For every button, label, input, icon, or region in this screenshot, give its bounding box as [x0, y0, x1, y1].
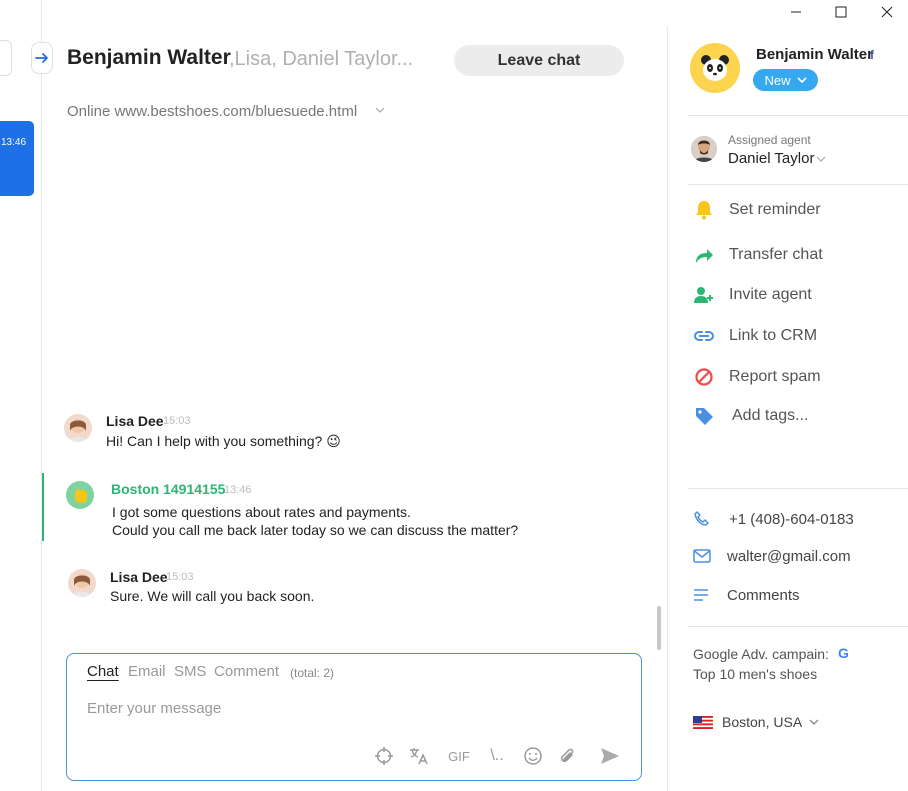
chevron-down-icon [796, 77, 807, 84]
phone-number: +1 (408)-604-0183 [729, 510, 854, 528]
visitor-status[interactable]: Online www.bestshoes.com/bluesuede.html [67, 103, 357, 120]
chat-participants: ,Lisa, Daniel Taylor... [229, 48, 414, 70]
tab-chat[interactable]: Chat [87, 663, 119, 680]
message-text: Could you call me back later today so we… [112, 522, 519, 538]
panel-divider [667, 26, 668, 791]
phone-row[interactable]: +1 (408)-604-0183 [693, 508, 854, 530]
close-icon[interactable] [875, 2, 899, 22]
emoji-icon[interactable] [522, 745, 544, 767]
divider [688, 115, 908, 116]
link-crm-action[interactable]: Link to CRM [693, 324, 817, 348]
status-badge-label: New [764, 72, 791, 88]
action-label: Report spam [729, 368, 821, 385]
block-icon [693, 366, 715, 388]
transfer-chat-action[interactable]: Transfer chat [693, 243, 823, 267]
avatar [68, 569, 96, 597]
add-user-icon [693, 284, 715, 306]
message-text: I got some questions about rates and pay… [112, 504, 411, 520]
tab-email[interactable]: Email [128, 663, 166, 680]
active-chat-card[interactable] [0, 121, 34, 196]
message-author: Boston 14914155 [111, 481, 226, 497]
bell-icon [693, 199, 715, 221]
chevron-down-icon[interactable] [375, 106, 385, 114]
email-address: walter@gmail.com [727, 547, 851, 565]
chevron-down-icon[interactable] [816, 155, 826, 163]
chevron-down-icon [809, 719, 819, 725]
arrow-right-icon [35, 53, 48, 63]
send-icon[interactable] [599, 745, 621, 767]
message-author: Lisa Dee [110, 569, 168, 585]
chat-card-time: 13:46 [1, 137, 27, 148]
google-icon: G [838, 645, 849, 661]
comments-label: Comments [727, 586, 800, 604]
gif-icon[interactable]: GIF [446, 745, 472, 767]
set-reminder-action[interactable]: Set reminder [693, 198, 821, 222]
scrollbar-thumb[interactable] [657, 606, 661, 650]
campaign-label: Google Adv. campain: [693, 646, 829, 662]
action-label: Link to CRM [729, 327, 818, 344]
message-time: 15:03 [166, 571, 194, 583]
message-time: 15:03 [163, 415, 191, 427]
tab-comment[interactable]: Comment [214, 663, 279, 680]
panda-icon [701, 55, 729, 81]
invite-agent-action[interactable]: Invite agent [693, 283, 812, 307]
phone-icon [694, 511, 709, 526]
avatar [64, 414, 92, 442]
action-label: Transfer chat [729, 246, 823, 263]
chat-list-item[interactable] [0, 40, 12, 76]
location-select[interactable]: Boston, USA [693, 714, 819, 730]
leave-chat-button[interactable]: Leave chat [454, 45, 624, 76]
maximize-icon[interactable] [829, 2, 853, 22]
comments-icon [694, 589, 708, 601]
message-highlight-bar [42, 473, 44, 541]
message-text: Sure. We will call you back soon. [110, 588, 315, 604]
message-input[interactable]: Enter your message [87, 700, 221, 717]
action-label: Invite agent [729, 286, 812, 303]
divider [688, 184, 908, 185]
email-row[interactable]: walter@gmail.com [693, 545, 851, 567]
transfer-arrow-icon [693, 244, 715, 266]
tab-sms[interactable]: SMS [174, 663, 207, 680]
report-spam-action[interactable]: Report spam [693, 365, 821, 389]
mail-icon [693, 549, 711, 563]
chat-title: Benjamin Walter [67, 46, 231, 69]
comment-total: (total: 2) [290, 666, 335, 680]
tag-icon [693, 405, 715, 427]
crosshair-icon[interactable] [373, 745, 395, 767]
action-label: Set reminder [729, 201, 821, 218]
message-author: Lisa Dee [106, 413, 164, 429]
collapse-toggle-button[interactable] [31, 42, 53, 74]
avatar [66, 481, 94, 509]
visitor-avatar [690, 43, 740, 93]
status-badge[interactable]: New [753, 69, 818, 91]
campaign-value: Top 10 men's shoes [693, 666, 818, 682]
assigned-agent-label: Assigned agent [728, 133, 811, 147]
divider [688, 626, 908, 627]
link-icon [693, 325, 715, 347]
message-time: 13:46 [224, 484, 252, 496]
add-tags-action[interactable]: Add tags... [693, 404, 809, 428]
agent-avatar [691, 136, 717, 162]
divider [688, 488, 908, 489]
comments-row[interactable]: Comments [693, 584, 800, 606]
shortcut-icon[interactable]: \.. [484, 745, 510, 767]
visitor-name: Benjamin Walter [756, 46, 873, 63]
assigned-agent-select[interactable]: Daniel Taylor [728, 150, 814, 167]
action-label: Add tags... [732, 407, 809, 424]
location-label: Boston, USA [722, 714, 803, 730]
chat-list-strip [0, 0, 42, 791]
translate-icon[interactable] [407, 745, 431, 767]
facebook-icon[interactable]: f [870, 48, 874, 62]
attach-icon[interactable] [556, 745, 578, 767]
message-text: Hi! Can I help with you something? 😉 [106, 433, 341, 449]
us-flag-icon [693, 715, 713, 729]
minimize-icon[interactable] [784, 2, 808, 22]
